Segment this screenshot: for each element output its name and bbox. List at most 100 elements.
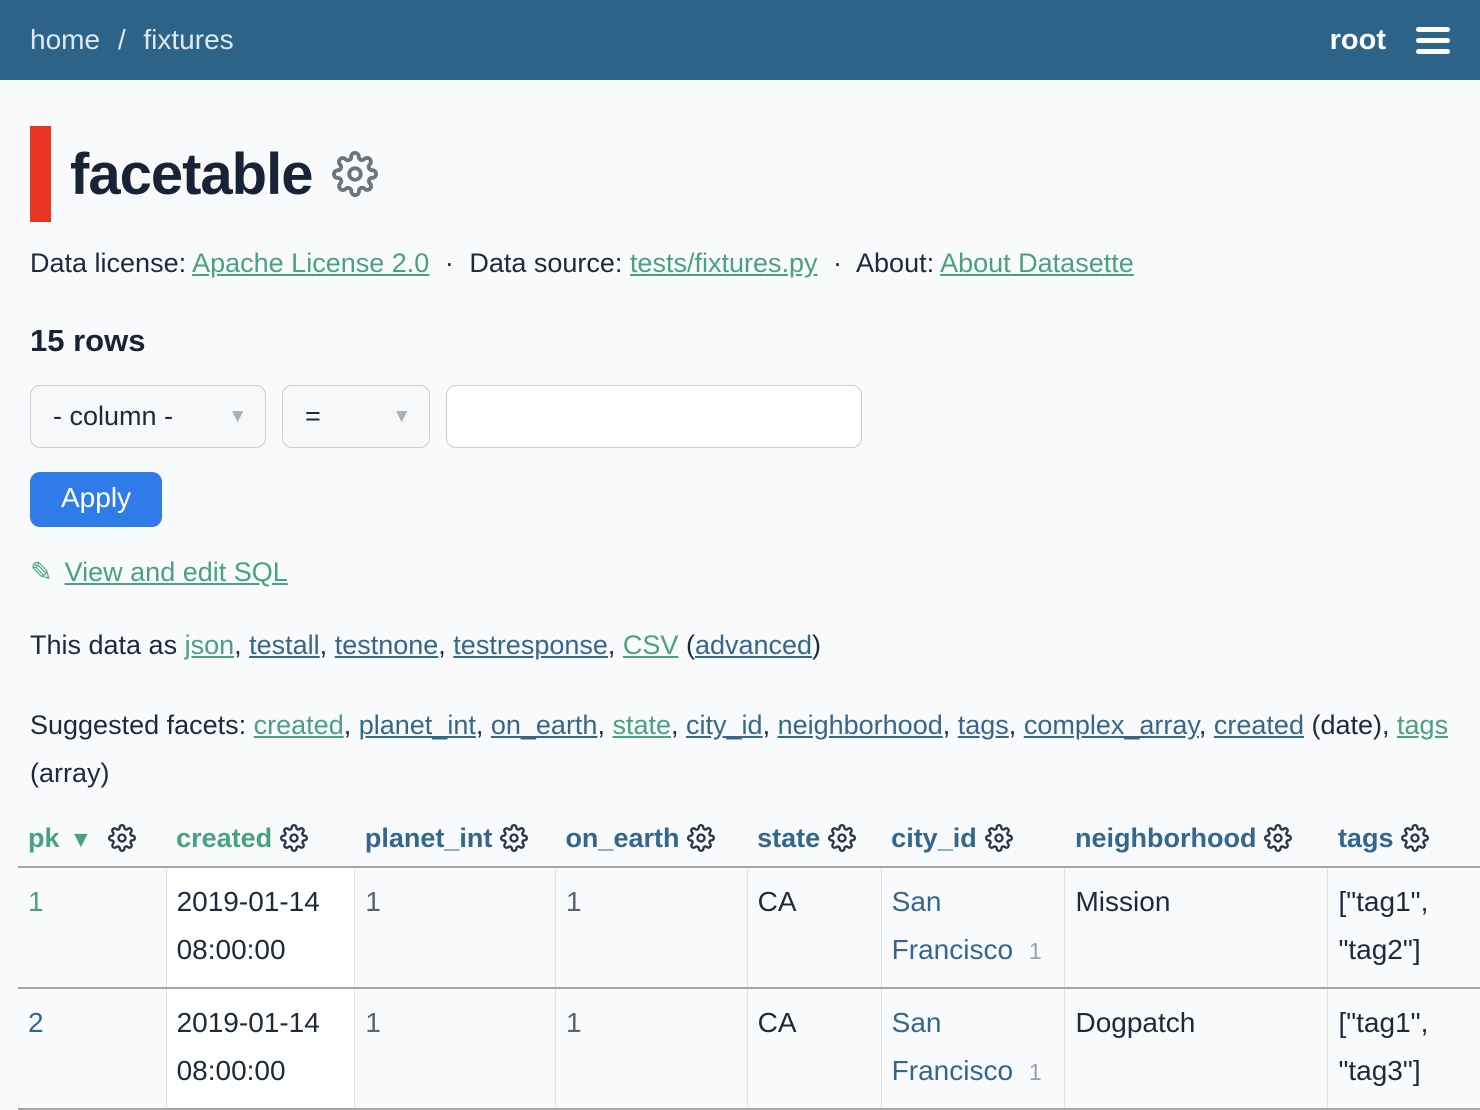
filter-row: - column - ▼ = ▼	[30, 385, 1450, 448]
breadcrumb-home[interactable]: home	[30, 24, 100, 55]
row-link-pk[interactable]: 1	[28, 886, 44, 917]
facet-link-created[interactable]: created	[254, 710, 344, 740]
hamburger-menu-icon[interactable]	[1416, 23, 1450, 58]
facet-link-neighborhood[interactable]: neighborhood	[778, 710, 943, 740]
column-sort-link-on_earth[interactable]: on_earth	[565, 823, 679, 853]
table-body: 12019-01-14 08:00:0011CASan Francisco 1M…	[18, 867, 1480, 1109]
filter-operator-value: =	[305, 401, 321, 432]
facet-link-complex_array[interactable]: complex_array	[1024, 710, 1199, 740]
cell-pk: 2	[18, 988, 166, 1109]
gear-icon[interactable]	[500, 824, 528, 852]
column-header-city_id: city_id	[881, 817, 1065, 867]
filter-column-select[interactable]: - column - ▼	[30, 385, 266, 448]
filter-value-input[interactable]	[446, 385, 862, 448]
facet-link-createddate[interactable]: created	[1214, 710, 1304, 740]
table-row: 12019-01-14 08:00:0011CASan Francisco 1M…	[18, 867, 1480, 988]
facet-link-tags[interactable]: tags	[958, 710, 1009, 740]
facet-link-state[interactable]: state	[612, 710, 671, 740]
export-link-testall[interactable]: testall	[249, 630, 320, 660]
cell-state: CA	[747, 988, 881, 1109]
column-sort-link-city_id[interactable]: city_id	[891, 823, 977, 853]
data-table: pk ▼ created planet_int on_earth state city_id…	[18, 817, 1480, 1110]
cell-state: CA	[747, 867, 881, 988]
row-count: 15 rows	[30, 323, 1450, 359]
cell-neighborhood: Mission	[1065, 867, 1328, 988]
license-link[interactable]: Apache License 2.0	[192, 248, 429, 278]
separator-dot: ·	[833, 248, 842, 278]
license-label: Data license:	[30, 248, 186, 278]
facet-link-city_id[interactable]: city_id	[686, 710, 763, 740]
sql-row: ✎ View and edit SQL	[30, 557, 1450, 588]
export-link-json[interactable]: json	[185, 630, 235, 660]
row-link-city_id[interactable]: San Francisco	[892, 1007, 1013, 1086]
cell-city_id: San Francisco 1	[881, 867, 1065, 988]
cell-value: 1	[566, 1007, 582, 1038]
page-title-row: facetable	[30, 126, 1450, 222]
raw-value-badge: 1	[1029, 1059, 1042, 1085]
sort-desc-icon: ▼	[70, 826, 93, 852]
breadcrumb: home / fixtures	[30, 24, 234, 56]
column-sort-link-planet_int[interactable]: planet_int	[365, 823, 493, 853]
suggested-facets-line: Suggested facets: created, planet_int, o…	[30, 701, 1450, 797]
export-link-advanced[interactable]: advanced	[695, 630, 812, 660]
filter-operator-select[interactable]: = ▼	[282, 385, 430, 448]
cell-city_id: San Francisco 1	[881, 988, 1065, 1109]
chevron-down-icon: ▼	[228, 406, 247, 428]
column-sort-link-state[interactable]: state	[757, 823, 820, 853]
gear-icon[interactable]	[280, 824, 308, 852]
navbar: home / fixtures root	[0, 0, 1480, 80]
about-link[interactable]: About Datasette	[940, 248, 1134, 278]
cell-created: 2019-01-14 08:00:00	[166, 988, 355, 1109]
gear-icon[interactable]	[1401, 824, 1429, 852]
column-sort-link-neighborhood[interactable]: neighborhood	[1075, 823, 1256, 853]
table-header-row: pk ▼ created planet_int on_earth state city_id…	[18, 817, 1480, 867]
title-accent-bar	[30, 126, 51, 222]
breadcrumb-separator: /	[118, 24, 126, 55]
row-link-pk[interactable]: 2	[28, 1007, 44, 1038]
gear-icon[interactable]	[1264, 824, 1292, 852]
column-header-tags: tags	[1328, 817, 1480, 867]
export-link-testnone[interactable]: testnone	[335, 630, 439, 660]
gear-icon[interactable]	[828, 824, 856, 852]
column-header-on_earth: on_earth	[555, 817, 747, 867]
cell-tags: ["tag1", "tag2"]	[1328, 867, 1480, 988]
pencil-icon: ✎	[30, 557, 53, 587]
facet-link-on_earth[interactable]: on_earth	[491, 710, 598, 740]
cell-created: 2019-01-14 08:00:00	[166, 867, 355, 988]
facet-link-tagsarray[interactable]: tags	[1397, 710, 1448, 740]
gear-icon[interactable]	[687, 824, 715, 852]
export-link-CSV[interactable]: CSV	[623, 630, 679, 660]
column-header-state: state	[747, 817, 881, 867]
cell-on_earth: 1	[555, 867, 747, 988]
column-sort-link-tags[interactable]: tags	[1338, 823, 1394, 853]
apply-button[interactable]: Apply	[30, 472, 162, 527]
column-header-neighborhood: neighborhood	[1065, 817, 1328, 867]
filter-column-value: - column -	[53, 401, 173, 432]
cell-on_earth: 1	[555, 988, 747, 1109]
cell-pk: 1	[18, 867, 166, 988]
column-header-planet_int: planet_int	[355, 817, 556, 867]
cell-neighborhood: Dogpatch	[1065, 988, 1328, 1109]
row-link-city_id[interactable]: San Francisco	[892, 886, 1013, 965]
chevron-down-icon: ▼	[392, 406, 411, 428]
gear-icon[interactable]	[985, 824, 1013, 852]
gear-icon[interactable]	[108, 824, 136, 852]
export-link-testresponse[interactable]: testresponse	[453, 630, 608, 660]
separator-dot: ·	[445, 248, 454, 278]
cell-value: 1	[365, 1007, 381, 1038]
source-link[interactable]: tests/fixtures.py	[630, 248, 818, 278]
user-menu-link[interactable]: root	[1330, 24, 1386, 57]
export-line: This data as json, testall, testnone, te…	[30, 630, 1450, 661]
column-header-created: created	[166, 817, 355, 867]
column-sort-link-pk[interactable]: pk	[28, 823, 60, 853]
cell-value: 1	[566, 886, 582, 917]
cell-planet_int: 1	[355, 988, 556, 1109]
gear-icon[interactable]	[332, 151, 378, 197]
column-sort-link-created[interactable]: created	[176, 823, 272, 853]
facet-link-planet_int[interactable]: planet_int	[359, 710, 476, 740]
table-row: 22019-01-14 08:00:0011CASan Francisco 1D…	[18, 988, 1480, 1109]
view-edit-sql-link[interactable]: View and edit SQL	[65, 557, 288, 587]
raw-value-badge: 1	[1029, 938, 1042, 964]
breadcrumb-database[interactable]: fixtures	[143, 24, 233, 55]
cell-planet_int: 1	[355, 867, 556, 988]
